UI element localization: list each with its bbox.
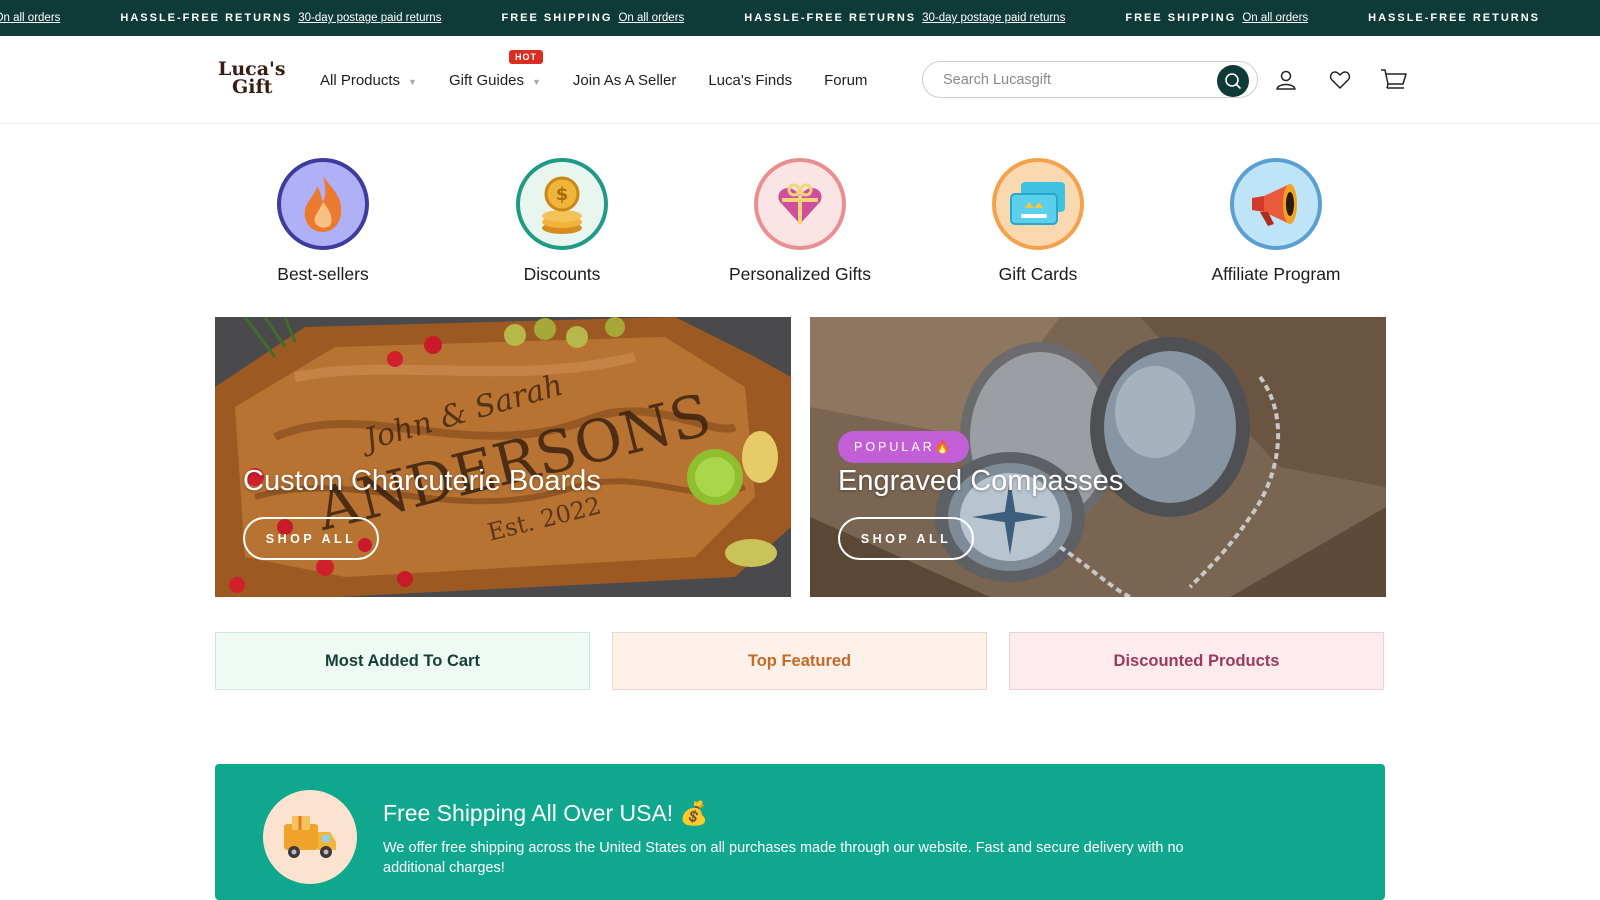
nav-gift-guides[interactable]: HOT Gift Guides ▼ (448, 49, 543, 89)
category-affiliate-program[interactable]: Affiliate Program (1176, 158, 1376, 285)
category-label: Discounts (523, 264, 601, 284)
tab-most-added-to-cart[interactable]: Most Added To Cart (215, 632, 590, 690)
cart-icon (1381, 69, 1407, 89)
user-icon (1276, 70, 1296, 90)
nav-forum[interactable]: Forum (824, 72, 867, 89)
announcement-link[interactable]: On all orders (618, 12, 684, 24)
category-circle (1230, 158, 1322, 250)
free-shipping-banner: Free Shipping All Over USA! 💰 We offer f… (215, 764, 1385, 900)
search-input[interactable] (943, 62, 1203, 97)
shop-all-button[interactable]: SHOP ALL (838, 517, 974, 560)
banner-compasses[interactable]: POPULAR🔥 Engraved Compasses SHOP ALL (810, 317, 1386, 597)
megaphone-icon (1252, 184, 1297, 226)
category-circle (277, 158, 369, 250)
announcement-heading: FREE SHIPPING (501, 12, 613, 24)
coins-icon: $ (542, 176, 582, 234)
site-logo[interactable]: Luca's Gift (218, 60, 288, 100)
announcement-item: G On all orders (0, 12, 60, 24)
svg-text:$: $ (556, 184, 569, 205)
category-personalized-gifts[interactable]: Personalized Gifts (700, 158, 900, 285)
shop-all-button[interactable]: SHOP ALL (243, 517, 379, 560)
banner-title: Engraved Compasses (838, 465, 1124, 497)
category-label: Affiliate Program (1211, 264, 1341, 284)
category-circle: $ (516, 158, 608, 250)
announcement-heading: HASSLE-FREE RETURNS (120, 12, 293, 24)
heart-icon (1329, 71, 1351, 89)
main-nav: All Products ▼ HOT Gift Guides ▼ Join As… (320, 36, 899, 124)
nav-all-products[interactable]: All Products ▼ (320, 72, 417, 89)
banner-charcuterie[interactable]: ANDERSONS John & Sarah Est. 2022 Custom … (215, 317, 791, 597)
nav-join-seller[interactable]: Join As A Seller (573, 72, 676, 89)
nav-label: Forum (824, 71, 868, 89)
gift-card-icon (1010, 182, 1065, 225)
announcement-bar: G On all orders HASSLE-FREE RETURNS 30-d… (0, 0, 1600, 36)
cart-button[interactable] (1380, 66, 1408, 94)
announcement-link[interactable]: 30-day postage paid returns (298, 12, 441, 24)
announcement-heading: HASSLE-FREE RETURNS (744, 12, 917, 24)
search-icon (1225, 73, 1241, 89)
chevron-down-icon: ▼ (408, 77, 417, 87)
announcement-link[interactable]: 30-day postage paid returns (922, 12, 1065, 24)
category-label: Best-sellers (277, 264, 369, 284)
shipping-description: We offer free shipping across the United… (383, 840, 1184, 876)
chevron-down-icon: ▼ (532, 77, 541, 87)
announcement-item: FREE SHIPPING On all orders (501, 12, 684, 24)
nav-label: All Products (320, 71, 401, 89)
announcement-item: HASSLE-FREE RETURNS (1368, 12, 1546, 24)
hot-badge: HOT (508, 49, 543, 64)
category-label: Gift Cards (998, 264, 1078, 284)
nav-label: Gift Guides (448, 71, 524, 89)
shipping-title: Free Shipping All Over USA! 💰 (383, 800, 709, 826)
tab-top-featured[interactable]: Top Featured (612, 632, 987, 690)
search-bar (922, 61, 1258, 98)
delivery-truck-icon (284, 816, 336, 858)
announcement-track: G On all orders HASSLE-FREE RETURNS 30-d… (0, 0, 1600, 36)
shipping-icon-circle (263, 790, 357, 884)
popular-badge: POPULAR🔥 (838, 431, 970, 463)
category-label: Personalized Gifts (728, 264, 871, 284)
announcement-link[interactable]: On all orders (1242, 12, 1308, 24)
announcement-item: HASSLE-FREE RETURNS 30-day postage paid … (120, 12, 441, 24)
announcement-item: FREE SHIPPING On all orders (1125, 12, 1308, 24)
site-header: Luca's Gift All Products ▼ HOT Gift Guid… (0, 36, 1600, 124)
nav-label: Join As A Seller (572, 71, 677, 89)
category-discounts[interactable]: $ Discounts (462, 158, 662, 285)
account-button[interactable] (1272, 66, 1300, 94)
logo-line-2: Gift (232, 76, 273, 98)
category-circle (754, 158, 846, 250)
gift-box-icon (778, 183, 822, 224)
search-button[interactable] (1217, 65, 1249, 97)
nav-label: Luca's Finds (708, 71, 793, 89)
flame-icon (304, 176, 342, 232)
category-gift-cards[interactable]: Gift Cards (938, 158, 1138, 285)
tab-discounted-products[interactable]: Discounted Products (1009, 632, 1384, 690)
announcement-heading: FREE SHIPPING (1125, 12, 1237, 24)
announcement-heading: HASSLE-FREE RETURNS (1368, 12, 1540, 24)
announcement-item: HASSLE-FREE RETURNS 30-day postage paid … (744, 12, 1065, 24)
banner-title: Custom Charcuterie Boards (243, 465, 601, 497)
announcement-link[interactable]: On all orders (0, 12, 60, 24)
category-circle (992, 158, 1084, 250)
nav-lucas-finds[interactable]: Luca's Finds (708, 72, 792, 89)
wishlist-button[interactable] (1326, 66, 1354, 94)
category-best-sellers[interactable]: Best-sellers (223, 158, 423, 285)
